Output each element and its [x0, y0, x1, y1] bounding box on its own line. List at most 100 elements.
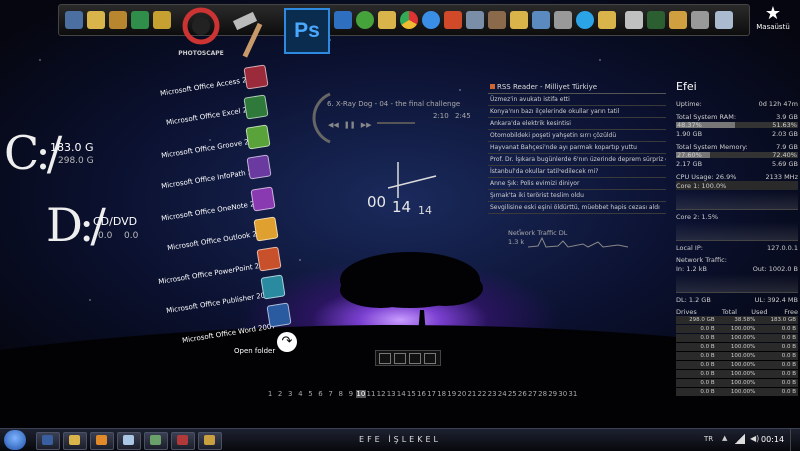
chrome-icon[interactable] [400, 11, 418, 29]
access-icon[interactable] [243, 64, 269, 90]
folder-icon[interactable] [598, 11, 616, 29]
window-icon[interactable] [625, 11, 643, 29]
rss-item[interactable]: Üzmez'in avukatı istifa etti [488, 94, 666, 106]
internet-explorer-icon[interactable] [422, 11, 440, 29]
calendar-day[interactable]: 9 [346, 390, 356, 398]
rss-item[interactable]: İstanbul'da okullar tatil edilecek mi? [488, 166, 666, 178]
tray-button-icon[interactable] [409, 353, 421, 364]
rss-item[interactable]: Hayvanat Bahçesi'nde ayı parmak kopartıp… [488, 142, 666, 154]
drive-table-cell: 0.0 B [781, 380, 797, 386]
calendar-day[interactable]: 10 [355, 390, 366, 398]
calendar-day[interactable]: 26 [517, 390, 527, 398]
calendar-day[interactable]: 29 [548, 390, 558, 398]
net-label: Network Traffic: [676, 255, 727, 264]
calendar-day[interactable]: 28 [538, 390, 548, 398]
folder-icon[interactable] [510, 11, 528, 29]
next-icon[interactable]: ▶▶ [361, 121, 372, 129]
calendar-day[interactable]: 19 [447, 390, 457, 398]
calendar-day[interactable]: 18 [437, 390, 447, 398]
calendar-day[interactable]: 14 [396, 390, 406, 398]
rss-item[interactable]: Şırnak'ta iki terörist teslim oldu [488, 190, 666, 202]
calendar-day[interactable]: 17 [427, 390, 437, 398]
drive-table-row: 0.0 B 100.00% 0.0 B [676, 352, 798, 360]
monitor-icon[interactable] [65, 11, 83, 29]
network-icon[interactable] [466, 11, 484, 29]
utorrent-icon[interactable] [356, 11, 374, 29]
recycle-bin-icon[interactable] [715, 11, 733, 29]
pen-tool-icon[interactable] [153, 11, 171, 29]
media-icon[interactable] [488, 11, 506, 29]
open-folder-button[interactable]: ↷ [277, 332, 297, 352]
infopath-icon[interactable] [246, 154, 272, 180]
open-folder-label[interactable]: Open folder [234, 347, 275, 355]
calendar-day[interactable]: 3 [285, 390, 295, 398]
calendar-day[interactable]: 27 [527, 390, 537, 398]
media-track-title: 6. X-Ray Dog - 04 - the final challenge [327, 100, 461, 108]
rss-item[interactable]: Konya'nın bazı ilçelerinde okullar yarın… [488, 106, 666, 118]
language-indicator[interactable]: TR [704, 435, 713, 443]
calendar-day[interactable]: 6 [315, 390, 325, 398]
photoshop-shortcut[interactable]: Ps [284, 8, 330, 54]
keygen-icon[interactable] [444, 11, 462, 29]
rss-item[interactable]: Otomobildeki poşeti yahşetin sırrı çözül… [488, 130, 666, 142]
rss-item[interactable]: Ankara'da elektrik kesintisi [488, 118, 666, 130]
windows-icon[interactable] [532, 11, 550, 29]
ram-bar: 48.37% 51.63% [676, 121, 798, 129]
calendar-day[interactable]: 25 [507, 390, 517, 398]
desktop-shortcut[interactable]: ★ Masaüstü [748, 5, 798, 32]
tray-button-icon[interactable] [394, 353, 406, 364]
calendar-day[interactable]: 30 [558, 390, 568, 398]
calendar-day[interactable]: 11 [366, 390, 376, 398]
calendar-day[interactable]: 31 [568, 390, 578, 398]
airplane-icon[interactable] [691, 11, 709, 29]
volume-icon[interactable]: ◀) [750, 434, 759, 443]
publisher-icon[interactable] [260, 274, 286, 300]
rss-item[interactable]: Prof. Dr. İşıkara bugünlerde 6'nın üzeri… [488, 154, 666, 166]
onenote-icon[interactable] [250, 186, 276, 212]
network-signal-icon[interactable] [735, 434, 745, 444]
outlook-icon[interactable] [253, 216, 279, 242]
tray-button-icon[interactable] [424, 353, 436, 364]
rss-title[interactable]: RSS Reader - Milliyet Türkiye [488, 82, 666, 94]
counter-strike-icon[interactable] [669, 11, 687, 29]
winrar-icon[interactable] [109, 11, 127, 29]
folder-icon[interactable] [334, 11, 352, 29]
hammer-icon[interactable] [228, 10, 276, 58]
calendar-day[interactable]: 7 [326, 390, 336, 398]
excel-icon[interactable] [243, 94, 269, 120]
calendar-day[interactable]: 1 [265, 390, 275, 398]
powerpoint-icon[interactable] [256, 246, 282, 272]
photoscape-shortcut[interactable]: PHOTOSCAPE [176, 6, 226, 57]
rss-item[interactable]: Sevgilisine eski eşini öldürttü, müebbet… [488, 202, 666, 214]
calendar-day[interactable]: 13 [386, 390, 396, 398]
hdd-icon[interactable] [554, 11, 572, 29]
groove-icon[interactable] [245, 124, 271, 150]
folder-icon[interactable] [378, 11, 396, 29]
skype-icon[interactable] [576, 11, 594, 29]
calendar-day[interactable]: 12 [376, 390, 386, 398]
calendar-day[interactable]: 23 [487, 390, 497, 398]
calendar-day[interactable]: 15 [406, 390, 416, 398]
zoom-player-icon[interactable] [131, 11, 149, 29]
rss-item[interactable]: Anne Şık: Polis evimizi diniyor [488, 178, 666, 190]
calendar-day[interactable]: 2 [275, 390, 285, 398]
taskbar-clock[interactable]: 00:14 [761, 435, 784, 444]
show-desktop-button[interactable] [790, 429, 800, 451]
show-hidden-icon[interactable]: ▲ [722, 434, 727, 442]
calendar-day[interactable]: 16 [416, 390, 426, 398]
calendar-day[interactable]: 8 [336, 390, 346, 398]
pes-icon[interactable] [647, 11, 665, 29]
prev-icon[interactable]: ◀◀ [328, 121, 339, 129]
calendar-day[interactable]: 22 [477, 390, 487, 398]
calendar-day[interactable]: 5 [305, 390, 315, 398]
calendar-day[interactable]: 24 [497, 390, 507, 398]
word-icon[interactable] [266, 302, 292, 328]
calendar-day[interactable]: 21 [467, 390, 477, 398]
folder-icon[interactable] [87, 11, 105, 29]
calendar-day[interactable]: 4 [295, 390, 305, 398]
pause-icon[interactable]: ❚❚ [344, 121, 356, 129]
tray-button-icon[interactable] [379, 353, 391, 364]
media-seekbar[interactable] [376, 121, 415, 124]
core1-usage: Core 1: 100.0% [676, 181, 727, 190]
calendar-day[interactable]: 20 [457, 390, 467, 398]
